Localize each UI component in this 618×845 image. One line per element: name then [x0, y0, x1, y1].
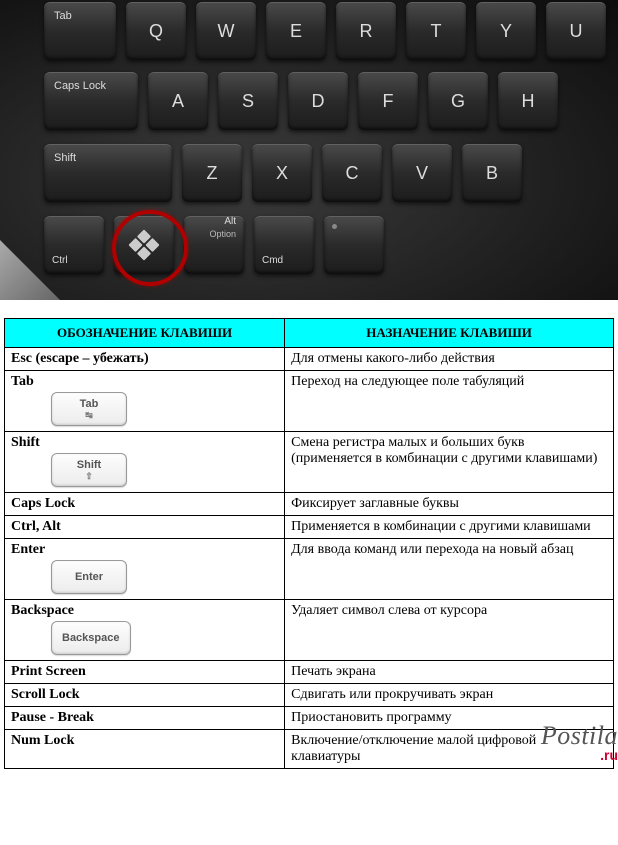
- key-w: W: [196, 2, 256, 60]
- key-f: F: [358, 72, 418, 130]
- table-row: Scroll Lock Сдвигать или прокручивать экр…: [5, 684, 614, 707]
- table-row: TabTab↹Переход на следующее поле табуляц…: [5, 371, 614, 432]
- key-cmd: Cmd: [254, 216, 314, 274]
- key-cell: TabTab↹: [5, 371, 285, 432]
- key-y: Y: [476, 2, 536, 60]
- desc-cell: Печать экрана: [285, 661, 614, 684]
- key-t: T: [406, 2, 466, 60]
- keycap-label: Enter: [75, 571, 103, 583]
- desc-cell: Переход на следующее поле табуляций: [285, 371, 614, 432]
- key-q: Q: [126, 2, 186, 60]
- bump-dot-icon: [332, 224, 337, 229]
- key-name: Enter: [11, 542, 278, 558]
- keycap-sublabel: ⇧: [85, 472, 93, 481]
- table-body: Esc (escape – убежать) Для отмены какого-…: [5, 348, 614, 769]
- key-d: D: [288, 72, 348, 130]
- table-row: Num Lock Включение/отключение малой цифро…: [5, 730, 614, 769]
- desc-cell: Для ввода команд или перехода на новый а…: [285, 539, 614, 600]
- table-row: Enter Enter Для ввода команд или перехода …: [5, 539, 614, 600]
- key-name: Backspace: [11, 603, 278, 619]
- key-cell: Num Lock: [5, 730, 285, 769]
- key-capslock: Caps Lock: [44, 72, 138, 130]
- key-cell: Backspace Backspace: [5, 600, 285, 661]
- key-cmd-label: Cmd: [262, 255, 283, 266]
- keycap-label: Tab: [80, 398, 99, 410]
- table-row: Caps Lock Фиксирует заглавные буквы: [5, 493, 614, 516]
- key-h: H: [498, 72, 558, 130]
- desc-cell: Включение/отключение малой цифровой клав…: [285, 730, 614, 769]
- keycap-label: Backspace: [62, 632, 120, 644]
- desc-cell: Фиксирует заглавные буквы: [285, 493, 614, 516]
- key-tab: Tab: [44, 2, 116, 60]
- key-space-fragment: [324, 216, 384, 274]
- desc-cell: Приостановить программу: [285, 707, 614, 730]
- key-reference-table: ОБОЗНАЧЕНИЕ КЛАВИШИ НАЗНАЧЕНИЕ КЛАВИШИ E…: [4, 318, 614, 769]
- keyboard-row-3: Ctrl Alt Option Cmd: [44, 216, 384, 274]
- key-v: V: [392, 144, 452, 202]
- key-x: X: [252, 144, 312, 202]
- key-cell: Print Screen: [5, 661, 285, 684]
- table-row: Backspace Backspace Удаляет символ слева о…: [5, 600, 614, 661]
- key-name: Pause - Break: [11, 710, 278, 726]
- table-row: Print Screen Печать экрана: [5, 661, 614, 684]
- keyboard-row-1: Caps Lock A S D F G H: [44, 72, 558, 130]
- key-g: G: [428, 72, 488, 130]
- desc-cell: Для отмены какого-либо действия: [285, 348, 614, 371]
- key-name: Scroll Lock: [11, 687, 278, 703]
- key-cell: Enter Enter: [5, 539, 285, 600]
- keyboard-row-2: Shift Z X C V B: [44, 144, 522, 202]
- desc-cell: Смена регистра малых и больших букв (при…: [285, 432, 614, 493]
- keycap-illustration: Tab↹: [51, 392, 127, 426]
- key-alt-option: Alt Option: [184, 216, 244, 274]
- key-e: E: [266, 2, 326, 60]
- keycap-label: Shift: [77, 459, 101, 471]
- key-c: C: [322, 144, 382, 202]
- key-r: R: [336, 2, 396, 60]
- key-cell: Caps Lock: [5, 493, 285, 516]
- keycap-illustration: Backspace: [51, 621, 131, 655]
- key-name: Num Lock: [11, 733, 278, 749]
- table-row: Pause - Break Приостановить программу: [5, 707, 614, 730]
- key-cell: Ctrl, Alt: [5, 516, 285, 539]
- key-name: Esc (escape – убежать): [11, 351, 278, 367]
- key-name: Tab: [11, 374, 278, 390]
- key-a: A: [148, 72, 208, 130]
- key-cell: Esc (escape – убежать): [5, 348, 285, 371]
- key-ctrl: Ctrl: [44, 216, 104, 274]
- header-key-column: ОБОЗНАЧЕНИЕ КЛАВИШИ: [5, 319, 285, 348]
- desc-cell: Удаляет символ слева от курсора: [285, 600, 614, 661]
- key-cell: Scroll Lock: [5, 684, 285, 707]
- table-row: ShiftShift⇧Смена регистра малых и больши…: [5, 432, 614, 493]
- table-row: Esc (escape – убежать) Для отмены какого-…: [5, 348, 614, 371]
- key-name: Shift: [11, 435, 278, 451]
- key-z: Z: [182, 144, 242, 202]
- key-cell: Pause - Break: [5, 707, 285, 730]
- key-name: Ctrl, Alt: [11, 519, 278, 535]
- desc-cell: Применяется в комбинации с другими клави…: [285, 516, 614, 539]
- key-name: Caps Lock: [11, 496, 278, 512]
- key-option-label: Option: [209, 229, 236, 239]
- keycap-illustration: Shift⇧: [51, 453, 127, 487]
- key-alt-label: Alt: [224, 216, 236, 227]
- key-shift: Shift: [44, 144, 172, 202]
- key-reference-table-wrapper: ОБОЗНАЧЕНИЕ КЛАВИШИ НАЗНАЧЕНИЕ КЛАВИШИ E…: [0, 300, 618, 769]
- table-row: Ctrl, Alt Применяется в комбинации с друг…: [5, 516, 614, 539]
- desc-cell: Сдвигать или прокручивать экран: [285, 684, 614, 707]
- keycap-sublabel: ↹: [85, 411, 93, 420]
- key-cell: ShiftShift⇧: [5, 432, 285, 493]
- keyboard-row-0: Tab Q W E R T Y U: [44, 2, 606, 60]
- keycap-illustration: Enter: [51, 560, 127, 594]
- header-desc-column: НАЗНАЧЕНИЕ КЛАВИШИ: [285, 319, 614, 348]
- key-u: U: [546, 2, 606, 60]
- keyboard-photo: Tab Q W E R T Y U Caps Lock A S D F G H …: [0, 0, 618, 300]
- highlight-circle: [112, 210, 188, 286]
- key-s: S: [218, 72, 278, 130]
- keyboard-deck: Tab Q W E R T Y U Caps Lock A S D F G H …: [0, 0, 618, 300]
- key-name: Print Screen: [11, 664, 278, 680]
- key-b: B: [462, 144, 522, 202]
